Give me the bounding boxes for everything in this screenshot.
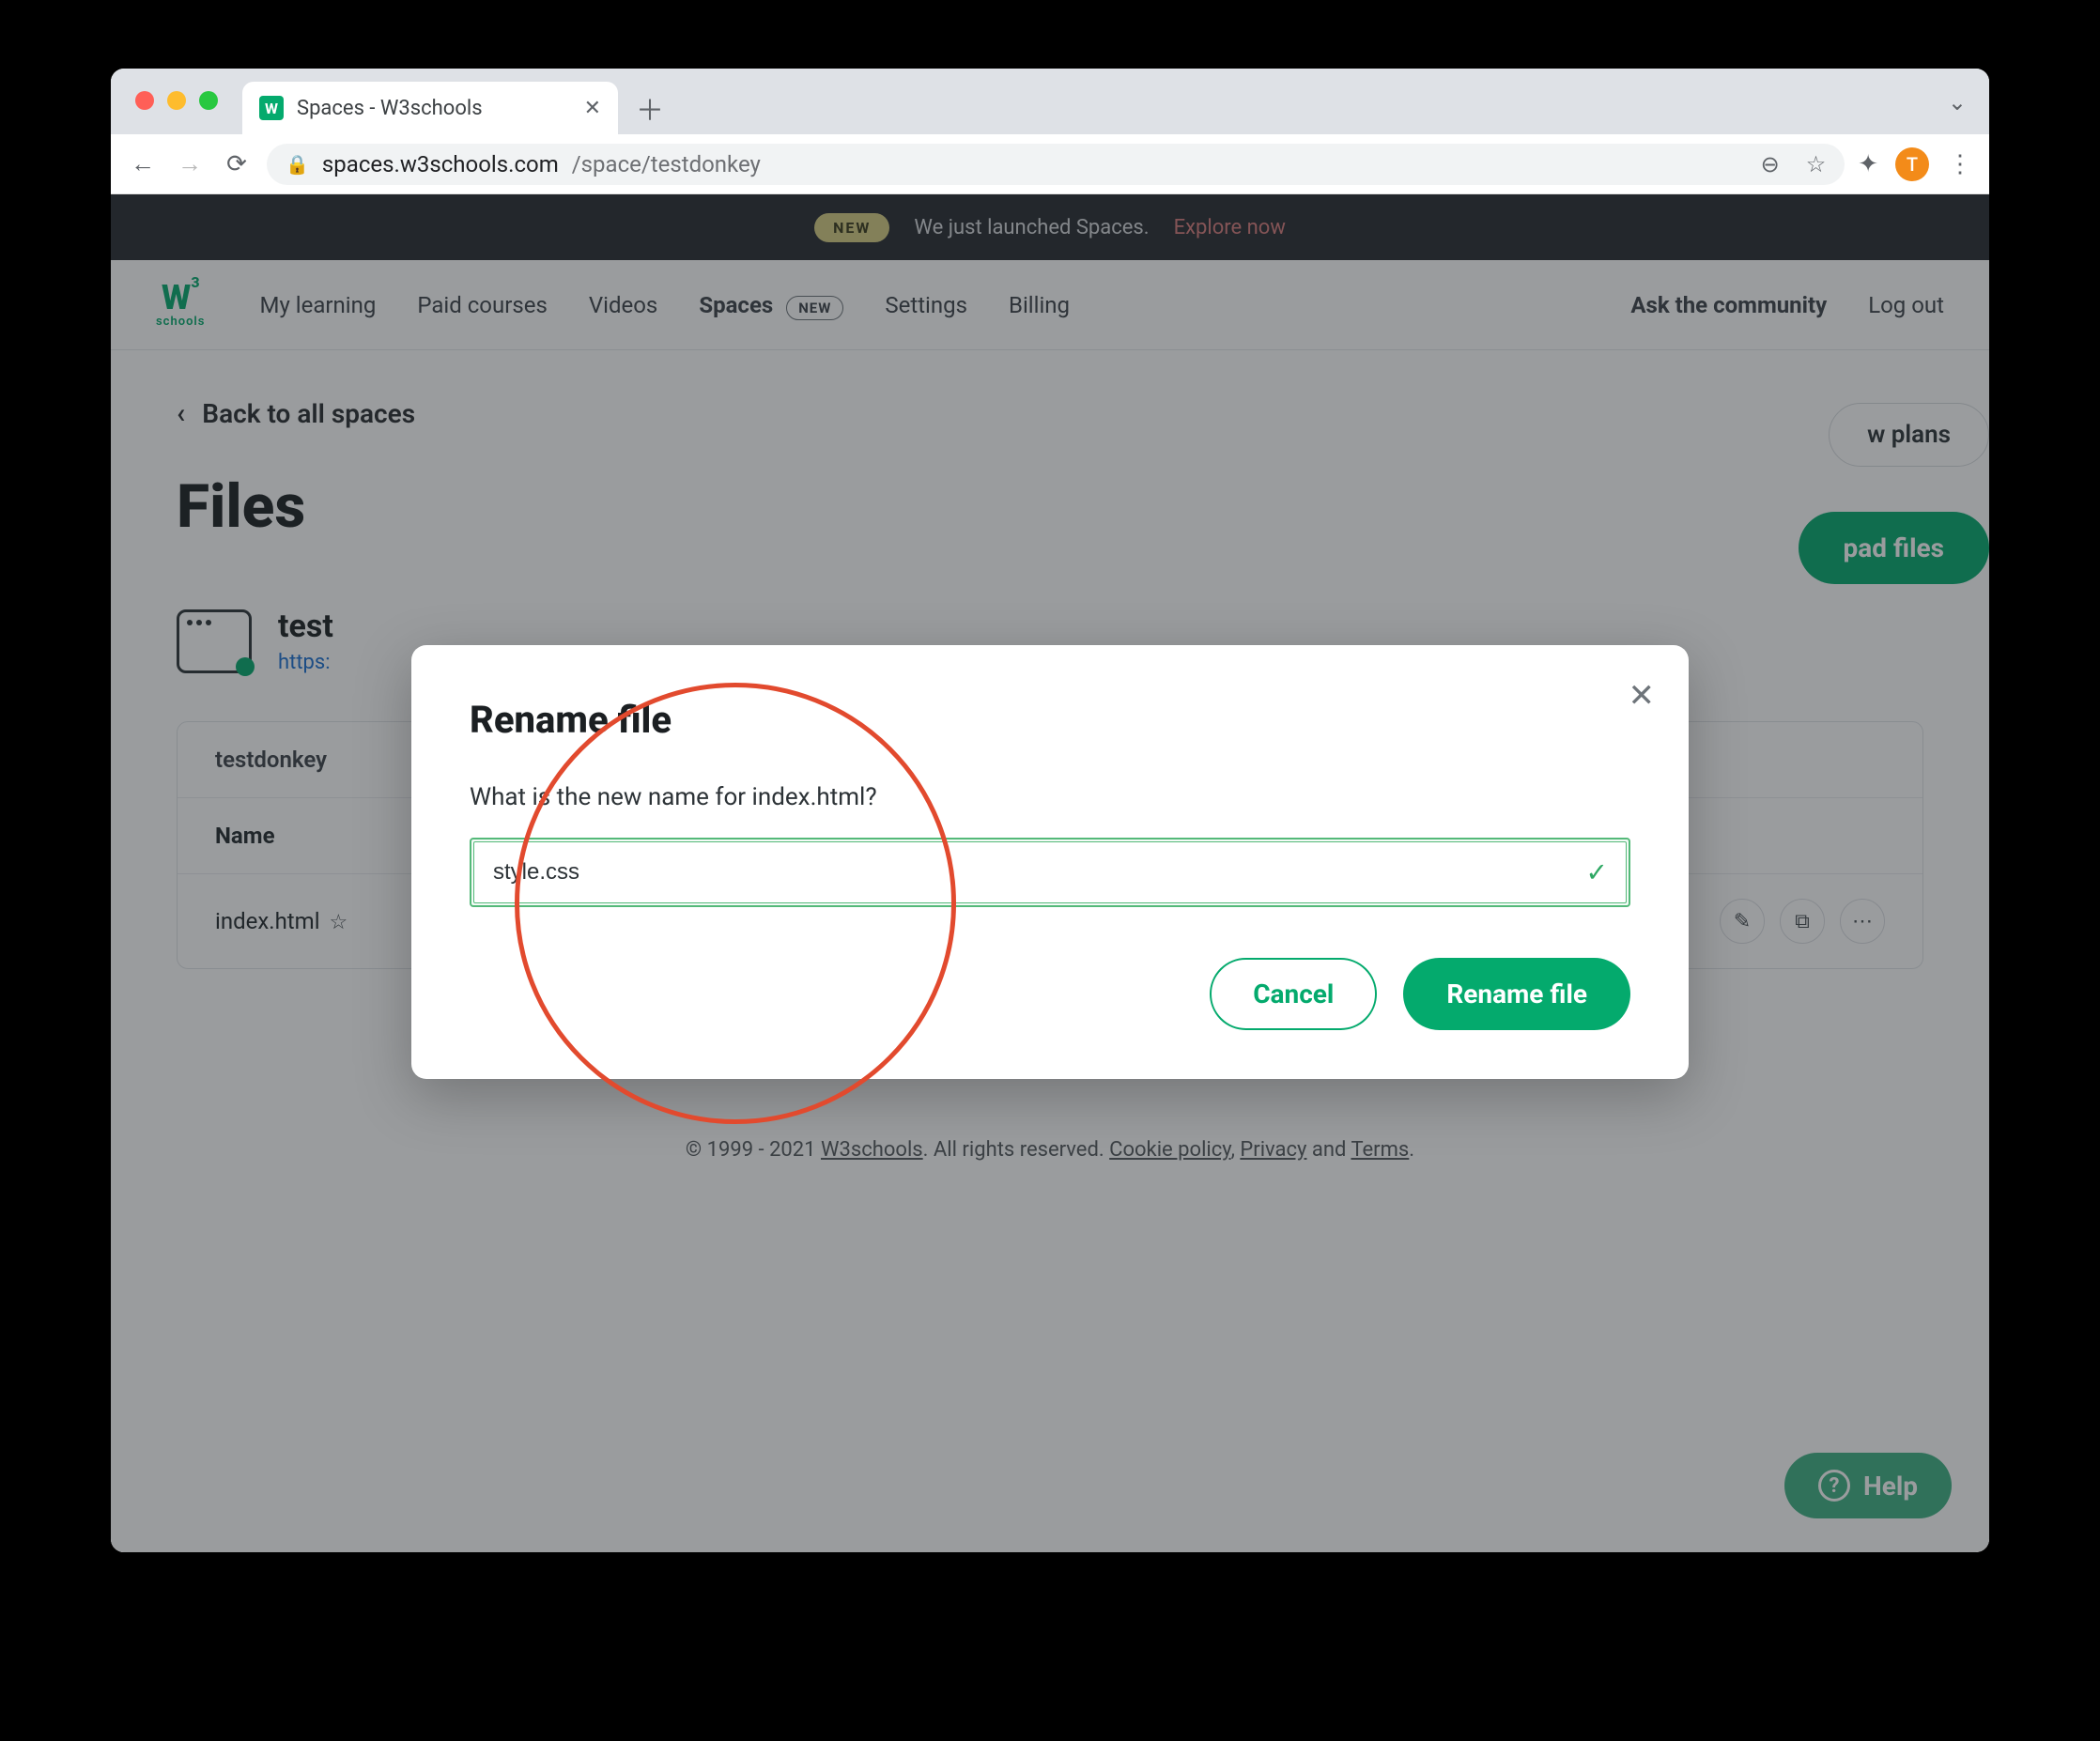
profile-avatar[interactable]: T xyxy=(1895,147,1929,181)
extensions-icon[interactable]: ✦ xyxy=(1858,150,1878,178)
url-path: /space/testdonkey xyxy=(572,151,761,177)
tab-close-icon[interactable]: ✕ xyxy=(584,97,601,120)
lock-icon: 🔒 xyxy=(286,153,309,176)
address-bar[interactable]: 🔒 spaces.w3schools.com/space/testdonkey … xyxy=(267,144,1845,185)
cancel-button[interactable]: Cancel xyxy=(1210,958,1377,1030)
close-window-icon[interactable] xyxy=(135,91,154,110)
modal-prompt: What is the new name for index.html? xyxy=(470,783,1630,811)
modal-title: Rename file xyxy=(470,698,1630,742)
maximize-window-icon[interactable] xyxy=(199,91,218,110)
browser-menu-icon[interactable]: ⋮ xyxy=(1946,150,1974,178)
valid-check-icon: ✓ xyxy=(1586,857,1608,888)
minimize-window-icon[interactable] xyxy=(167,91,186,110)
filename-input-wrap: ✓ xyxy=(470,838,1630,907)
window-controls xyxy=(135,91,218,110)
url-host: spaces.w3schools.com xyxy=(322,151,559,177)
bookmark-star-icon[interactable]: ☆ xyxy=(1806,151,1827,177)
modal-close-icon[interactable]: ✕ xyxy=(1629,677,1656,715)
rename-file-modal: Rename file ✕ What is the new name for i… xyxy=(411,645,1689,1079)
tab-title: Spaces - W3schools xyxy=(297,97,571,120)
zoom-icon[interactable]: ⊖ xyxy=(1761,151,1780,177)
new-tab-button[interactable]: ＋ xyxy=(627,85,672,131)
favicon-icon: W xyxy=(259,96,284,120)
filename-input[interactable] xyxy=(473,841,1627,903)
browser-tabstrip: W Spaces - W3schools ✕ ＋ ⌄ xyxy=(111,69,1989,134)
forward-button[interactable]: → xyxy=(173,147,207,181)
browser-toolbar: ← → ⟳ 🔒 spaces.w3schools.com/space/testd… xyxy=(111,134,1989,194)
reload-button[interactable]: ⟳ xyxy=(220,147,254,181)
page-viewport: NEW We just launched Spaces. Explore now… xyxy=(111,194,1989,1552)
back-button[interactable]: ← xyxy=(126,147,160,181)
tabs-overflow-icon[interactable]: ⌄ xyxy=(1948,89,1967,116)
rename-file-button[interactable]: Rename file xyxy=(1403,958,1630,1030)
browser-tab[interactable]: W Spaces - W3schools ✕ xyxy=(242,82,618,134)
